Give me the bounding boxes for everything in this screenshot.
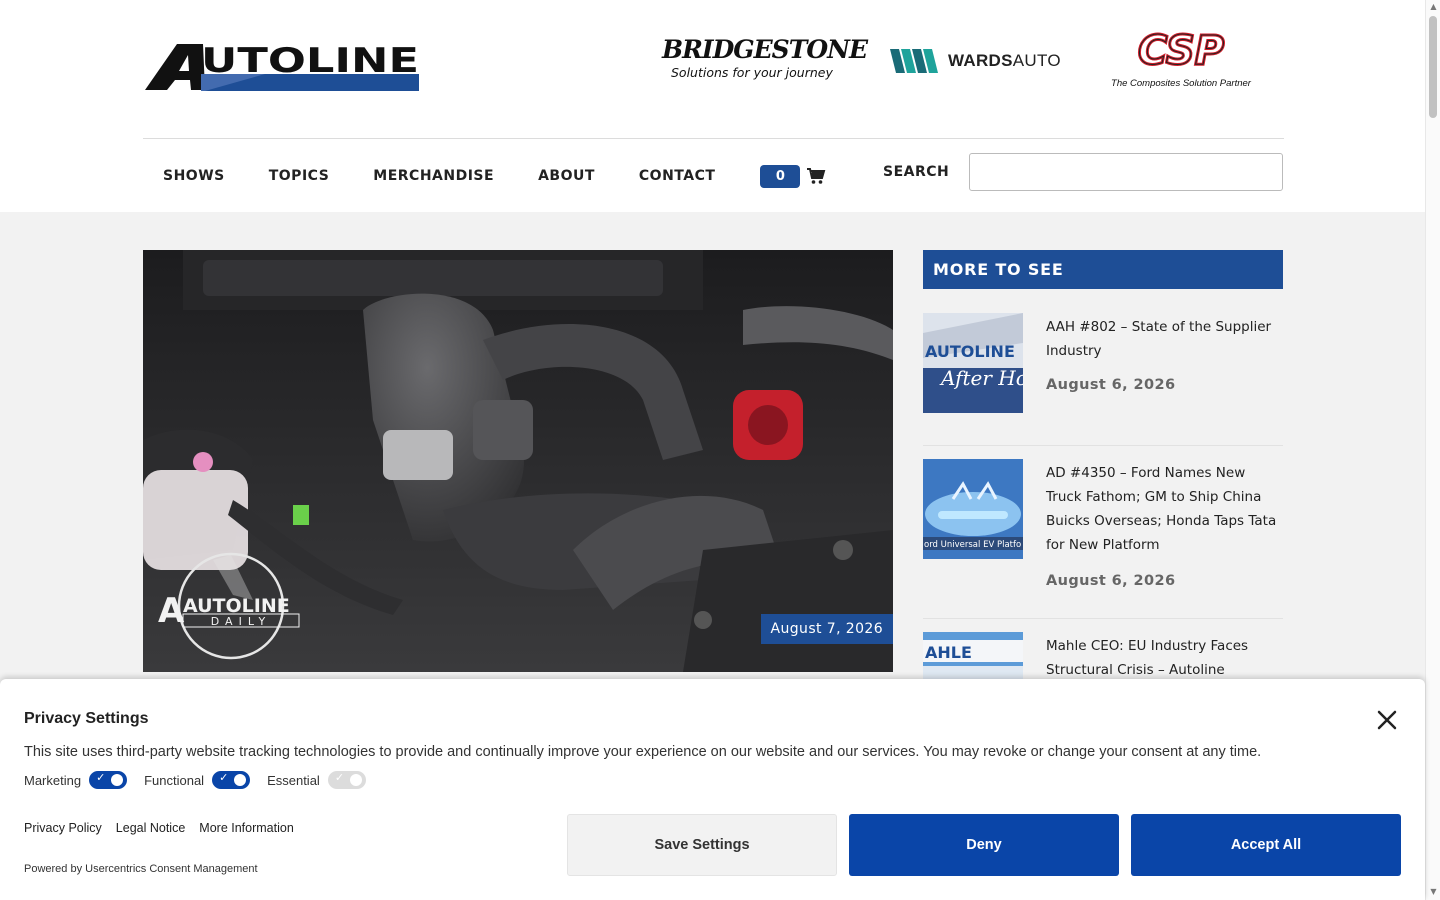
bridgestone-sponsor[interactable]: BRIDGESTONE Solutions for your journey: [662, 35, 868, 86]
sidebar-separator: [923, 618, 1283, 619]
consent-links: Privacy Policy Legal Notice More Informa…: [24, 821, 308, 835]
engine-bay-image: A AUTOLINE DAILY: [143, 250, 893, 672]
sidebar-article-thumbnail[interactable]: AUTOLINE After Hou: [923, 313, 1023, 413]
accept-all-button[interactable]: Accept All: [1131, 814, 1401, 876]
close-icon[interactable]: [1375, 708, 1399, 732]
autoline-daily-watermark-a: A: [158, 591, 185, 631]
scroll-thumb[interactable]: [1429, 16, 1437, 118]
hero-date-badge: August 7, 2026: [760, 614, 893, 644]
bridgestone-name: BRIDGESTONE: [662, 35, 868, 64]
powered-by-text: Powered by Usercentrics Consent Manageme…: [24, 863, 258, 875]
nav-merchandise[interactable]: MERCHANDISE: [373, 168, 494, 184]
header-divider: [143, 138, 1284, 139]
sidebar-article[interactable]: AUTOLINE After Hou AAH #802 – State of t…: [923, 313, 1283, 423]
cart-button[interactable]: 0: [760, 164, 826, 188]
nav-about[interactable]: ABOUT: [538, 168, 595, 184]
nav-topics[interactable]: TOPICS: [269, 168, 330, 184]
scroll-up-arrow-icon[interactable]: ▲: [1429, 2, 1438, 11]
deny-button[interactable]: Deny: [849, 814, 1119, 876]
page-scrollbar[interactable]: ▲ ▼: [1425, 0, 1440, 900]
logo-text: UTOLINE: [201, 41, 419, 81]
sidebar-article-date: August 6, 2026: [1046, 573, 1176, 589]
svg-text:After Hou: After Hou: [939, 366, 1023, 390]
consent-toggles: Marketing ✓ Functional ✓ Essential ✓: [24, 771, 383, 789]
toggle-functional[interactable]: ✓: [212, 771, 251, 789]
toggle-marketing[interactable]: ✓: [89, 771, 128, 789]
nav-shows[interactable]: SHOWS: [163, 168, 225, 184]
check-icon: ✓: [334, 772, 345, 784]
scroll-down-arrow-icon[interactable]: ▼: [1429, 887, 1438, 896]
more-to-see-heading: MORE TO SEE: [923, 250, 1283, 289]
legal-notice-link[interactable]: Legal Notice: [116, 821, 186, 835]
privacy-consent-banner: Privacy Settings This site uses third-pa…: [0, 679, 1425, 900]
toggle-essential: ✓: [327, 771, 366, 789]
main-nav: SHOWS TOPICS MERCHANDISE ABOUT CONTACT 0: [163, 158, 826, 194]
sidebar-article-title[interactable]: AD #4350 – Ford Names New Truck Fathom; …: [1046, 461, 1283, 557]
csp-logo-icon: CSP CSP: [1136, 27, 1225, 76]
save-settings-button[interactable]: Save Settings: [567, 814, 837, 876]
toggle-label-essential: Essential: [267, 772, 320, 788]
sidebar-article[interactable]: ord Universal EV Platfo AD #4350 – Ford …: [923, 459, 1283, 599]
check-icon: ✓: [96, 772, 106, 784]
svg-text:AHLE: AHLE: [925, 643, 972, 662]
cart-icon: [807, 168, 826, 184]
sidebar-article-title[interactable]: AAH #802 – State of the Supplier Industr…: [1046, 315, 1283, 363]
svg-text:AUTOLINE: AUTOLINE: [925, 342, 1015, 361]
bridgestone-tagline: Solutions for your journey: [671, 65, 833, 80]
site-header: UTOLINE BRIDGESTONE Solutions for your j…: [0, 0, 1425, 212]
csp-sponsor[interactable]: CSP CSP The Composites Solution Partner: [1106, 26, 1256, 92]
autoline-logo[interactable]: UTOLINE: [145, 40, 421, 96]
toggle-label-functional: Functional: [144, 772, 205, 788]
autoline-daily-watermark-sub: DAILY: [211, 615, 271, 628]
privacy-policy-link[interactable]: Privacy Policy: [24, 821, 102, 835]
toggle-label-marketing: Marketing: [24, 772, 82, 788]
csp-tagline: The Composites Solution Partner: [1111, 78, 1251, 89]
sidebar-article-title[interactable]: Mahle CEO: EU Industry Faces Structural …: [1046, 634, 1283, 682]
cart-count-badge: 0: [760, 164, 801, 188]
svg-text:ord Universal EV Platfo: ord Universal EV Platfo: [924, 540, 1021, 550]
featured-article-image[interactable]: A AUTOLINE DAILY August 7, 2026: [143, 250, 893, 672]
wardsauto-sponsor[interactable]: WARDSAUTO: [890, 44, 1065, 78]
sidebar-article-date: August 6, 2026: [1046, 377, 1176, 393]
wardsauto-text: WARDSAUTO: [948, 51, 1061, 70]
check-icon: ✓: [219, 772, 229, 784]
svg-text:CSP: CSP: [1138, 28, 1224, 74]
sidebar-separator: [923, 445, 1283, 446]
consent-title: Privacy Settings: [24, 710, 149, 727]
wardsauto-logo-icon: [890, 49, 938, 73]
more-information-link[interactable]: More Information: [199, 821, 293, 835]
consent-description: This site uses third-party website track…: [24, 744, 1262, 760]
search-input[interactable]: [969, 153, 1283, 191]
search-label: SEARCH: [883, 164, 950, 180]
nav-contact[interactable]: CONTACT: [639, 168, 716, 184]
sidebar-article-thumbnail[interactable]: ord Universal EV Platfo: [923, 459, 1023, 559]
